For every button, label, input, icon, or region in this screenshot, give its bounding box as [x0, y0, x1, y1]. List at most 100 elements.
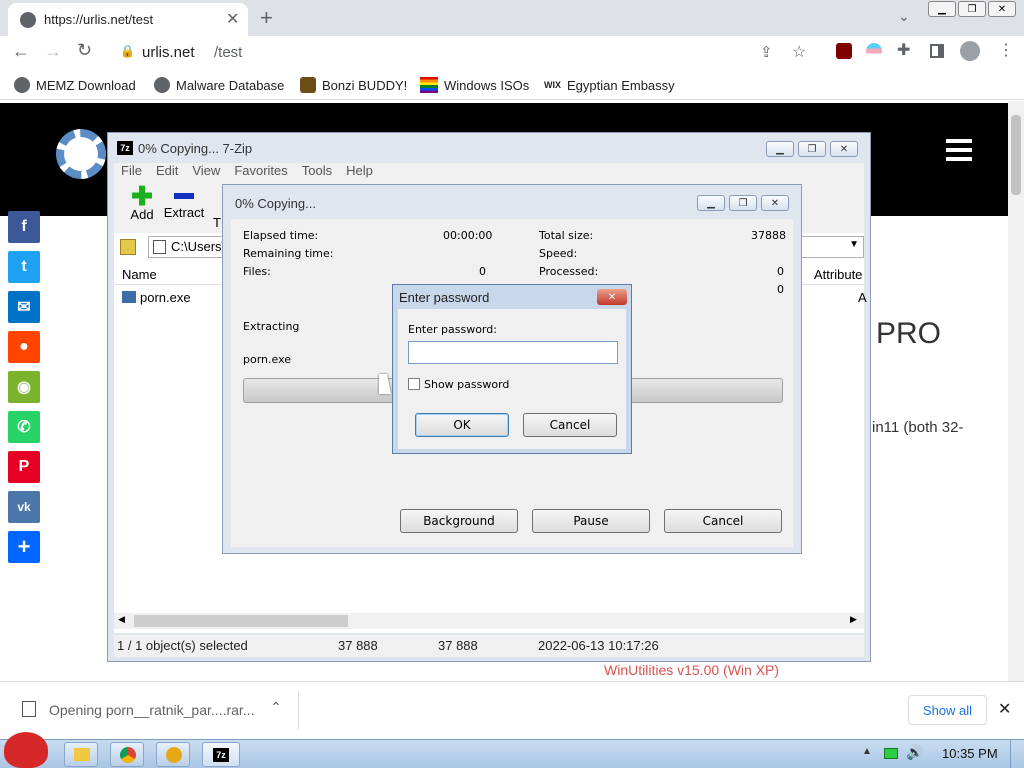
column-attributes[interactable]: Attribute — [814, 267, 862, 282]
menu-tools[interactable]: Tools — [302, 163, 332, 181]
close-icon[interactable]: ✕ — [597, 289, 627, 305]
menu-help[interactable]: Help — [346, 163, 373, 181]
files-value: 0 — [479, 265, 486, 278]
password-input[interactable] — [408, 341, 618, 364]
menu-view[interactable]: View — [192, 163, 220, 181]
wechat-share-icon[interactable]: ◉ — [8, 371, 40, 403]
bookmark-windows-isos[interactable]: Windows ISOs — [420, 75, 529, 95]
start-button-angry-bird-icon[interactable] — [4, 732, 48, 768]
minimize-icon[interactable]: ▁ — [697, 195, 725, 211]
volume-icon[interactable]: 🔊 — [906, 744, 923, 761]
dropdown-arrow-icon[interactable]: ▼ — [849, 239, 859, 250]
whatsapp-share-icon[interactable]: ✆ — [8, 411, 40, 443]
minimize-icon[interactable]: ▁ — [928, 1, 956, 17]
bonzi-icon — [300, 77, 316, 93]
taskbar-chrome[interactable] — [110, 742, 144, 767]
cancel-copy-button[interactable]: Cancel — [664, 509, 782, 533]
rainbow-flag-icon — [420, 77, 438, 93]
rar-file-icon — [22, 701, 36, 717]
restore-icon[interactable]: ❐ — [958, 1, 986, 17]
current-file: porn.exe — [243, 353, 292, 366]
extension-flag-icon[interactable] — [866, 43, 882, 59]
bookmarks-bar: MEMZ Download Malware Database Bonzi BUD… — [0, 69, 1024, 100]
side-panel-icon[interactable] — [930, 44, 944, 58]
profile-avatar-icon[interactable] — [960, 41, 980, 61]
bookmark-malware-db[interactable]: Malware Database — [154, 75, 284, 95]
maximize-icon[interactable]: ❐ — [729, 195, 757, 211]
scroll-left-icon[interactable]: ◀ — [118, 614, 125, 625]
scrollbar-thumb[interactable] — [1011, 115, 1021, 195]
show-desktop-button[interactable] — [1010, 740, 1024, 768]
show-hidden-icons-icon[interactable]: ▲ — [862, 746, 872, 757]
close-icon[interactable]: ✕ — [761, 195, 789, 211]
ublock-icon[interactable] — [836, 43, 852, 59]
scroll-right-icon[interactable]: ▶ — [850, 614, 857, 625]
reload-icon[interactable]: ↻ — [77, 40, 92, 61]
site-logo-gear-icon[interactable] — [56, 129, 106, 179]
bookmark-star-icon[interactable]: ☆ — [792, 42, 806, 62]
close-window-icon[interactable]: ✕ — [988, 1, 1016, 17]
pause-button[interactable]: Pause — [532, 509, 650, 533]
background-button[interactable]: Background — [400, 509, 518, 533]
facebook-share-icon[interactable]: f — [8, 211, 40, 243]
extract-button[interactable]: Extract — [162, 185, 206, 220]
bookmark-bonzi[interactable]: Bonzi BUDDY! — [300, 75, 407, 95]
back-icon[interactable]: ← — [12, 41, 30, 62]
bookmark-memz[interactable]: MEMZ Download — [14, 75, 136, 95]
download-item[interactable]: Opening porn__ratnik_par....rar... ⌃ — [12, 692, 296, 728]
folder-up-icon[interactable] — [120, 239, 136, 255]
chevron-up-icon[interactable]: ⌃ — [270, 699, 282, 716]
show-all-button[interactable]: Show all — [908, 695, 987, 725]
clock[interactable]: 10:35 PM — [942, 746, 998, 761]
globe-icon — [14, 77, 30, 93]
twitter-share-icon[interactable]: t — [8, 251, 40, 283]
sevenzip-statusbar: 1 / 1 object(s) selected 37 888 37 888 2… — [114, 635, 864, 657]
pinterest-share-icon[interactable]: P — [8, 451, 40, 483]
taskbar-7zip[interactable]: 7z — [202, 742, 240, 767]
horizontal-scrollbar[interactable]: ◀ ▶ — [114, 613, 864, 629]
sevenzip-icon: 7z — [213, 748, 229, 762]
generic-share-icon[interactable]: + — [8, 531, 40, 563]
email-share-icon[interactable]: ✉ — [8, 291, 40, 323]
ok-button[interactable]: OK — [415, 413, 509, 437]
tab-search-chevron-icon[interactable]: ⌄ — [898, 8, 910, 25]
vk-share-icon[interactable]: vk — [8, 491, 40, 523]
remaining-label: Remaining time: — [243, 247, 334, 260]
add-button[interactable]: ✚ Add — [122, 183, 162, 222]
reddit-share-icon[interactable]: ● — [8, 331, 40, 363]
column-name[interactable]: Name — [122, 267, 157, 282]
lock-icon[interactable]: 🔒 — [120, 44, 135, 58]
menu-kebab-icon[interactable]: ⋮ — [998, 40, 1014, 60]
page-scrollbar[interactable] — [1008, 101, 1024, 681]
elapsed-value: 00:00:00 — [443, 229, 493, 242]
extensions-puzzle-icon[interactable]: ✚ — [897, 40, 910, 60]
bookmark-egyptian-embassy[interactable]: WIX Egyptian Embassy — [544, 75, 675, 95]
browser-tab[interactable]: https://urlis.net/test ✕ — [8, 3, 248, 36]
close-tab-icon[interactable]: ✕ — [226, 9, 239, 29]
close-download-bar-icon[interactable]: ✕ — [998, 699, 1011, 719]
footer-link[interactable]: WinUtilities v15.00 (Win XP) — [604, 662, 779, 678]
address-bar[interactable]: 🔒 urlis.net /test ⇪ ☆ — [108, 38, 820, 67]
taskbar-explorer[interactable] — [64, 742, 98, 767]
share-page-icon[interactable]: ⇪ — [760, 43, 773, 61]
hamburger-menu-icon[interactable] — [946, 139, 972, 161]
close-icon[interactable]: ✕ — [830, 141, 858, 157]
new-tab-icon[interactable]: + — [260, 5, 273, 31]
scrollbar-thumb[interactable] — [134, 615, 348, 627]
divider — [298, 692, 299, 730]
cancel-button[interactable]: Cancel — [523, 413, 617, 437]
menu-file[interactable]: File — [121, 163, 142, 181]
download-filename: Opening porn__ratnik_par....rar... — [49, 702, 255, 718]
menu-favorites[interactable]: Favorites — [234, 163, 287, 181]
battery-icon[interactable] — [884, 748, 898, 759]
globe-icon — [20, 12, 36, 28]
extra-value: 0 — [777, 283, 784, 296]
minimize-icon[interactable]: ▁ — [766, 141, 794, 157]
maximize-icon[interactable]: ❐ — [798, 141, 826, 157]
forward-icon[interactable]: → — [44, 41, 62, 62]
status-selected: 1 / 1 object(s) selected — [117, 638, 248, 653]
processed-value: 0 — [777, 265, 784, 278]
menu-edit[interactable]: Edit — [156, 163, 178, 181]
show-password-checkbox[interactable] — [408, 378, 420, 390]
taskbar-app[interactable] — [156, 742, 190, 767]
